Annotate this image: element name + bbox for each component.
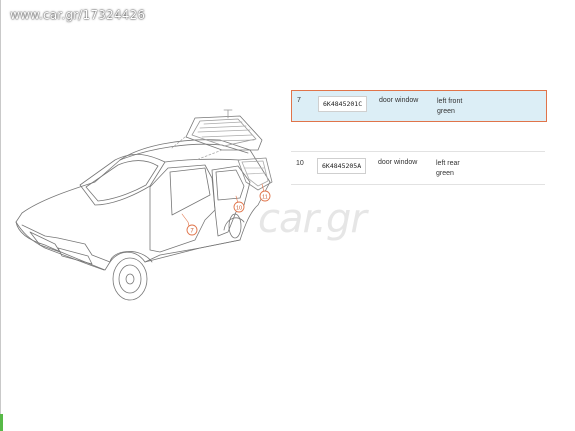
car-gr-watermark-logo: car.gr [258,196,367,242]
row-position-number: 10 [296,160,304,167]
part-note: left front green [437,97,462,117]
front-door-outline [149,164,216,253]
part-note-line2: green [436,170,454,177]
callout-10-label: 10 [236,206,242,212]
front-wheel [112,257,148,301]
windshield-outline [79,153,166,206]
green-accent-marker [0,414,3,431]
part-note: left rear green [436,159,460,179]
parts-row-selected[interactable]: 7 6K4845201C door window left front gree… [291,90,547,122]
parts-row[interactable]: 10 6K4845205A door window left rear gree… [291,151,545,185]
part-note-line1: left front [437,98,463,105]
part-description: door window [379,97,419,104]
row-position-number: 7 [297,97,301,104]
part-note-line2: green [437,108,455,115]
part-number-box[interactable]: 6K4845201C [318,96,368,112]
part-number-box[interactable]: 6K4845205A [317,158,367,174]
listing-url-watermark: www.car.gr/17324426 [10,8,146,22]
part-description: door window [378,159,418,166]
part-note-line1: left rear [436,160,460,167]
